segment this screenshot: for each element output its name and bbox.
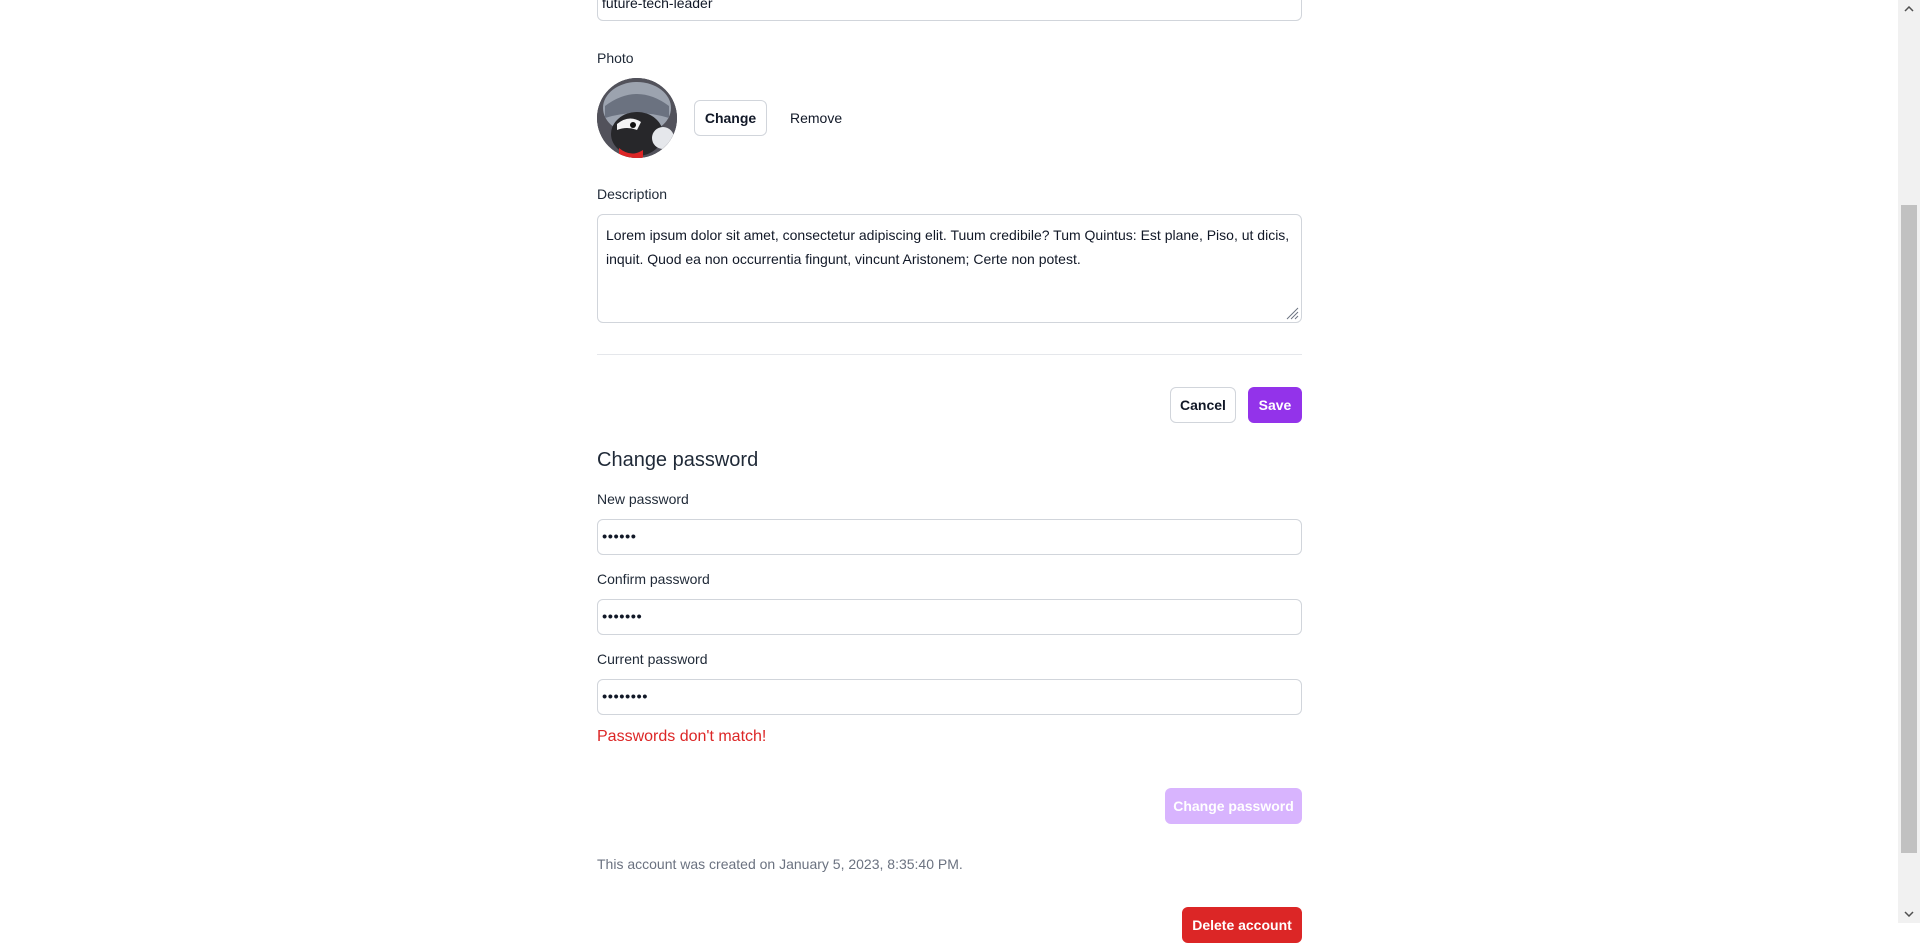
username-field[interactable]: future-tech-leader — [597, 0, 1302, 21]
description-textarea[interactable]: Lorem ipsum dolor sit amet, consectetur … — [597, 214, 1302, 323]
change-password-title: Change password — [597, 449, 759, 471]
page-scrollbar[interactable] — [1898, 0, 1920, 923]
scroll-down-icon[interactable] — [1898, 905, 1920, 923]
change-photo-button[interactable]: Change — [694, 100, 767, 136]
save-button[interactable]: Save — [1248, 387, 1302, 423]
divider — [597, 354, 1302, 355]
new-password-input[interactable]: •••••• — [597, 519, 1302, 555]
new-password-label: New password — [597, 491, 689, 507]
description-label: Description — [597, 186, 668, 202]
scroll-up-icon[interactable] — [1898, 0, 1920, 18]
remove-photo-button[interactable]: Remove — [790, 110, 842, 126]
delete-account-button[interactable]: Delete account — [1182, 907, 1302, 943]
cancel-button[interactable]: Cancel — [1170, 387, 1236, 423]
resize-grip-icon[interactable] — [1285, 306, 1299, 320]
photo-label: Photo — [597, 50, 634, 66]
description-text: Lorem ipsum dolor sit amet, consectetur … — [606, 227, 1290, 267]
current-password-value: •••••••• — [602, 688, 649, 706]
account-created-text: This account was created on January 5, 2… — [597, 856, 963, 872]
confirm-password-value: ••••••• — [602, 608, 643, 626]
new-password-value: •••••• — [602, 528, 637, 546]
current-password-input[interactable]: •••••••• — [597, 679, 1302, 715]
avatar — [597, 78, 677, 158]
change-password-button[interactable]: Change password — [1165, 788, 1302, 824]
current-password-label: Current password — [597, 651, 708, 667]
confirm-password-label: Confirm password — [597, 571, 710, 587]
scrollbar-thumb[interactable] — [1901, 205, 1917, 853]
username-value: future-tech-leader — [602, 0, 713, 11]
password-error-message: Passwords don't match! — [597, 728, 767, 745]
avatar-image — [597, 78, 677, 158]
confirm-password-input[interactable]: ••••••• — [597, 599, 1302, 635]
